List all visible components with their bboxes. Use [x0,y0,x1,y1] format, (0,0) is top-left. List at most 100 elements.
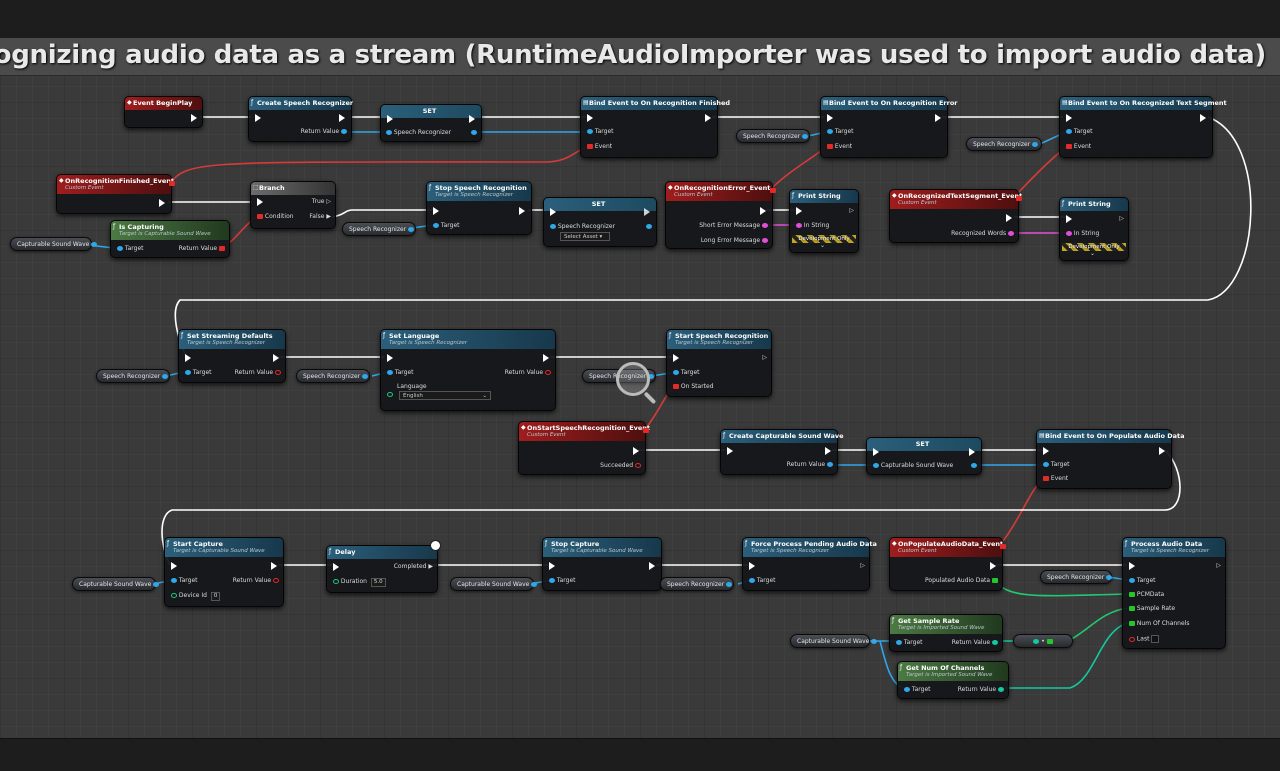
exec-in-pin[interactable] [796,207,802,215]
exec-in-pin[interactable] [727,447,733,455]
string-pin[interactable] [1008,231,1014,236]
object-pin[interactable] [646,224,652,229]
array-pin[interactable] [992,578,998,583]
node-print-string-2[interactable]: ƒ Print String ▷ In String Development On… [1059,197,1129,261]
exec-out-pin[interactable] [644,208,650,216]
enum-pin[interactable] [387,392,393,397]
node-bind-text-segment[interactable]: ▤ Bind Event to On Recognized Text Segmen… [1059,96,1227,158]
node-branch[interactable]: ⬚ Branch True ▷ Condition False ▶ [250,181,336,229]
bool-pin[interactable] [257,214,263,219]
var-speech-recognizer[interactable]: Speech Recognizer [96,369,170,383]
node-start-capture[interactable]: ƒ Start Capture Target is Capturable Sound… [164,537,284,607]
exec-out-pin[interactable] [1200,114,1206,122]
exec-out-pin[interactable] [1159,447,1165,455]
exec-in-pin[interactable] [333,563,339,571]
exec-in-pin[interactable] [387,354,393,362]
exec-in-pin[interactable] [827,114,833,122]
delegate-pin[interactable] [169,181,175,186]
exec-in-pin[interactable] [1066,114,1072,122]
node-print-string-1[interactable]: ƒ Print String ▷ In String Development On… [789,189,859,253]
object-pin[interactable] [117,246,123,251]
delegate-pin[interactable] [1000,544,1006,549]
node-on-populate-audio-data[interactable]: ◆ OnPopulateAudioData_Event Custom Event P… [889,537,1006,591]
object-pin[interactable] [549,578,555,583]
object-pin[interactable] [873,463,879,468]
var-speech-recognizer[interactable]: Speech Recognizer [966,137,1042,151]
object-pin[interactable] [904,687,910,692]
exec-in-pin[interactable] [673,354,679,362]
string-pin[interactable] [1066,231,1072,236]
exec-out-pin[interactable] [191,114,197,122]
object-pin[interactable] [471,130,477,135]
exec-out-pin[interactable] [825,447,831,455]
node-bind-recognition-error[interactable]: ▤ Bind Event to On Recognition Error Targ… [820,96,958,158]
array-pin[interactable] [1129,592,1135,597]
node-event-begin-play[interactable]: ◆ Event BeginPlay [124,96,203,128]
node-delay[interactable]: ƒ Delay Completed ▶ Duration 5.0 [326,540,441,593]
delegate-pin[interactable] [673,384,679,389]
exec-out-pin[interactable] [649,562,655,570]
delegate-pin[interactable] [827,144,833,149]
exec-out-pin[interactable] [969,448,975,456]
var-capturable-sound-wave[interactable]: Capturable Sound Wave [72,577,160,591]
object-pin[interactable] [185,370,191,375]
var-speech-recognizer[interactable]: Speech Recognizer [736,129,810,143]
node-set-capturable-sound-wave[interactable]: SET Capturable Sound Wave [866,437,982,475]
node-on-recognition-error[interactable]: ◆ OnRecognitionError_Event Custom Event Sh… [665,181,776,249]
node-is-capturing[interactable]: ƒ Is Capturing Target is Capturable Sound … [110,220,230,258]
string-pin[interactable] [762,238,768,243]
exec-out-pin[interactable] [273,354,279,362]
exec-out-pin[interactable] [469,115,475,123]
object-pin[interactable] [1043,462,1049,467]
object-pin[interactable] [827,462,833,467]
node-on-recognition-finished[interactable]: ◆ OnRecognitionFinished_Event Custom Event [56,174,175,214]
exec-in-pin[interactable] [433,207,439,215]
object-pin[interactable] [749,578,755,583]
var-speech-recognizer[interactable]: Speech Recognizer [660,577,734,591]
var-speech-recognizer[interactable]: Speech Recognizer [296,369,370,383]
object-pin[interactable] [1066,129,1072,134]
exec-in-pin[interactable] [587,114,593,122]
object-pin[interactable] [1129,578,1135,583]
bool-pin[interactable] [1129,636,1135,642]
comment-header[interactable]: n example of recognizing audio data as a… [0,38,1280,76]
var-speech-recognizer[interactable]: Speech Recognizer [1040,570,1113,584]
object-pin[interactable] [386,130,392,135]
exec-out-pin[interactable] [519,207,525,215]
language-dropdown[interactable]: English ⌄ [399,391,491,400]
exec-in-pin[interactable] [1043,447,1049,455]
node-force-process-pending-audio-data[interactable]: ƒ Force Process Pending Audio Data Target … [742,537,877,591]
var-capturable-sound-wave[interactable]: Capturable Sound Wave [10,237,98,251]
exec-in-pin[interactable] [873,448,879,456]
exec-in-pin[interactable] [749,562,755,570]
exec-in-pin[interactable] [257,198,263,206]
exec-out-pin[interactable] [543,354,549,362]
conversion-node[interactable]: • [1013,634,1073,648]
exec-out-pin[interactable] [339,114,345,122]
exec-out-pin[interactable] [271,562,277,570]
delegate-pin[interactable] [643,428,649,433]
var-speech-recognizer[interactable]: Speech Recognizer [342,222,416,236]
exec-in-pin[interactable] [387,115,393,123]
chevron-down-icon[interactable]: ⌄ [820,242,825,250]
exec-out-pin[interactable] [159,199,165,207]
node-set-speech-recognizer[interactable]: SET Speech Recognizer [380,104,482,142]
exec-out-pin[interactable] [760,207,766,215]
node-get-sample-rate[interactable]: ƒ Get Sample Rate Target is Imported Sound… [889,614,1003,652]
duration-input[interactable]: 5.0 [370,578,386,587]
object-pin[interactable] [896,640,902,645]
node-create-speech-recognizer[interactable]: ƒ Create Speech Recognizer Return Value [248,96,353,142]
node-stop-speech-recognition[interactable]: ƒ Stop Speech Recognition Target is Speech… [426,181,532,235]
delegate-pin[interactable] [1016,196,1022,201]
exec-in-pin[interactable] [1129,562,1135,570]
object-pin[interactable] [341,129,347,134]
node-set-language[interactable]: ƒ Set Language Target is Speech Recognizer… [380,329,556,411]
object-pin[interactable] [827,129,833,134]
device-id-input[interactable]: 0 [210,592,221,601]
exec-in-pin[interactable] [550,208,556,216]
exec-in-pin[interactable] [549,562,555,570]
node-process-audio-data[interactable]: ƒ Process Audio Data Target is Speech Reco… [1122,537,1226,649]
object-pin[interactable] [433,223,439,228]
object-pin[interactable] [971,463,977,468]
node-on-start-speech-recognition[interactable]: ◆ OnStartSpeechRecognition_Event Custom Ev… [518,421,650,475]
